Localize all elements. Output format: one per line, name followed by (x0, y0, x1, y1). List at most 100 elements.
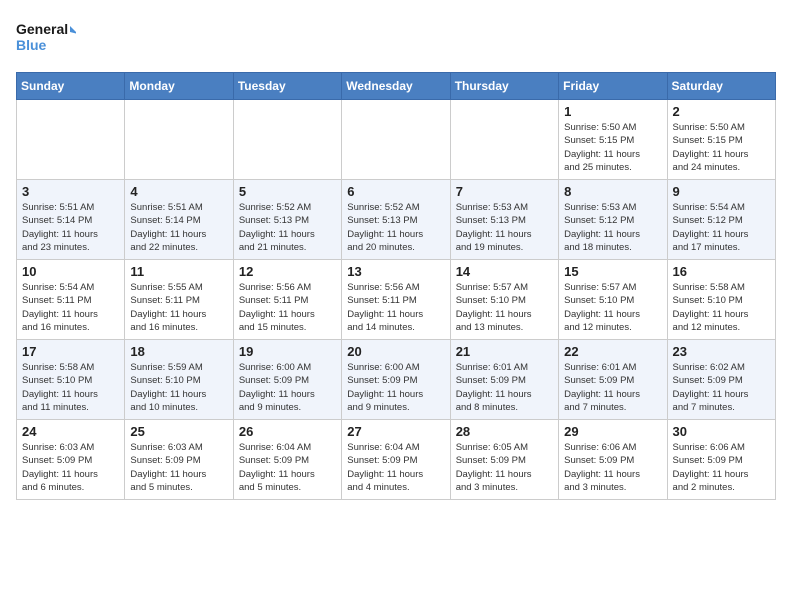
day-info: Sunrise: 6:04 AM Sunset: 5:09 PM Dayligh… (347, 441, 444, 494)
calendar-cell (17, 100, 125, 180)
day-info: Sunrise: 5:56 AM Sunset: 5:11 PM Dayligh… (347, 281, 444, 334)
day-number: 28 (456, 424, 553, 439)
day-number: 7 (456, 184, 553, 199)
calendar-cell: 13 Sunrise: 5:56 AM Sunset: 5:11 PM Dayli… (342, 260, 450, 340)
day-number: 14 (456, 264, 553, 279)
day-number: 21 (456, 344, 553, 359)
calendar-cell: 23 Sunrise: 6:02 AM Sunset: 5:09 PM Dayli… (667, 340, 775, 420)
day-info: Sunrise: 5:51 AM Sunset: 5:14 PM Dayligh… (22, 201, 119, 254)
calendar-cell: 4Sunrise: 5:51 AM Sunset: 5:14 PM Daylig… (125, 180, 233, 260)
calendar-cell: 12 Sunrise: 5:56 AM Sunset: 5:11 PM Dayli… (233, 260, 341, 340)
calendar-cell: 18 Sunrise: 5:59 AM Sunset: 5:10 PM Dayli… (125, 340, 233, 420)
day-info: Sunrise: 5:55 AM Sunset: 5:11 PM Dayligh… (130, 281, 227, 334)
day-number: 11 (130, 264, 227, 279)
day-number: 16 (673, 264, 770, 279)
calendar-cell: 8Sunrise: 5:53 AM Sunset: 5:12 PM Daylig… (559, 180, 667, 260)
day-number: 22 (564, 344, 661, 359)
calendar-week-row: 10 Sunrise: 5:54 AM Sunset: 5:11 PM Dayli… (17, 260, 776, 340)
calendar-cell (233, 100, 341, 180)
calendar-cell: 7 Sunrise: 5:53 AM Sunset: 5:13 PM Daylig… (450, 180, 558, 260)
day-info: Sunrise: 6:00 AM Sunset: 5:09 PM Dayligh… (347, 361, 444, 414)
calendar-cell: 25 Sunrise: 6:03 AM Sunset: 5:09 PM Dayli… (125, 420, 233, 500)
weekday-header: Friday (559, 73, 667, 100)
day-number: 26 (239, 424, 336, 439)
day-info: Sunrise: 6:04 AM Sunset: 5:09 PM Dayligh… (239, 441, 336, 494)
day-info: Sunrise: 5:50 AM Sunset: 5:15 PM Dayligh… (564, 121, 661, 174)
day-info: Sunrise: 6:05 AM Sunset: 5:09 PM Dayligh… (456, 441, 553, 494)
day-number: 23 (673, 344, 770, 359)
day-number: 2 (673, 104, 770, 119)
day-info: Sunrise: 5:53 AM Sunset: 5:12 PM Dayligh… (564, 201, 661, 254)
day-number: 24 (22, 424, 119, 439)
calendar-week-row: 24 Sunrise: 6:03 AM Sunset: 5:09 PM Dayli… (17, 420, 776, 500)
calendar-cell: 30Sunrise: 6:06 AM Sunset: 5:09 PM Dayli… (667, 420, 775, 500)
day-number: 18 (130, 344, 227, 359)
weekday-header: Tuesday (233, 73, 341, 100)
svg-text:General: General (16, 21, 68, 37)
calendar-cell: 9 Sunrise: 5:54 AM Sunset: 5:12 PM Daylig… (667, 180, 775, 260)
svg-text:Blue: Blue (16, 37, 47, 53)
calendar-cell: 10 Sunrise: 5:54 AM Sunset: 5:11 PM Dayli… (17, 260, 125, 340)
day-info: Sunrise: 5:57 AM Sunset: 5:10 PM Dayligh… (564, 281, 661, 334)
calendar-cell: 19Sunrise: 6:00 AM Sunset: 5:09 PM Dayli… (233, 340, 341, 420)
day-info: Sunrise: 5:54 AM Sunset: 5:11 PM Dayligh… (22, 281, 119, 334)
day-number: 5 (239, 184, 336, 199)
calendar-cell: 3 Sunrise: 5:51 AM Sunset: 5:14 PM Daylig… (17, 180, 125, 260)
calendar-cell: 16 Sunrise: 5:58 AM Sunset: 5:10 PM Dayli… (667, 260, 775, 340)
day-number: 9 (673, 184, 770, 199)
calendar-cell: 24Sunrise: 6:03 AM Sunset: 5:09 PM Dayli… (17, 420, 125, 500)
day-number: 17 (22, 344, 119, 359)
day-info: Sunrise: 6:06 AM Sunset: 5:09 PM Dayligh… (673, 441, 770, 494)
calendar-week-row: 3 Sunrise: 5:51 AM Sunset: 5:14 PM Daylig… (17, 180, 776, 260)
day-info: Sunrise: 6:06 AM Sunset: 5:09 PM Dayligh… (564, 441, 661, 494)
day-info: Sunrise: 5:57 AM Sunset: 5:10 PM Dayligh… (456, 281, 553, 334)
calendar-cell: 26 Sunrise: 6:04 AM Sunset: 5:09 PM Dayli… (233, 420, 341, 500)
calendar-cell: 6 Sunrise: 5:52 AM Sunset: 5:13 PM Daylig… (342, 180, 450, 260)
day-info: Sunrise: 6:03 AM Sunset: 5:09 PM Dayligh… (130, 441, 227, 494)
calendar-cell: 22Sunrise: 6:01 AM Sunset: 5:09 PM Dayli… (559, 340, 667, 420)
weekday-header: Wednesday (342, 73, 450, 100)
page-header: General Blue (16, 16, 776, 60)
weekday-header-row: SundayMondayTuesdayWednesdayThursdayFrid… (17, 73, 776, 100)
day-number: 10 (22, 264, 119, 279)
calendar-cell: 11 Sunrise: 5:55 AM Sunset: 5:11 PM Dayli… (125, 260, 233, 340)
day-info: Sunrise: 5:58 AM Sunset: 5:10 PM Dayligh… (22, 361, 119, 414)
weekday-header: Saturday (667, 73, 775, 100)
calendar-cell: 28 Sunrise: 6:05 AM Sunset: 5:09 PM Dayli… (450, 420, 558, 500)
calendar-cell: 27 Sunrise: 6:04 AM Sunset: 5:09 PM Dayli… (342, 420, 450, 500)
calendar-cell: 20 Sunrise: 6:00 AM Sunset: 5:09 PM Dayli… (342, 340, 450, 420)
calendar-week-row: 1 Sunrise: 5:50 AM Sunset: 5:15 PM Daylig… (17, 100, 776, 180)
logo: General Blue (16, 16, 76, 60)
day-info: Sunrise: 5:52 AM Sunset: 5:13 PM Dayligh… (347, 201, 444, 254)
calendar-cell: 15 Sunrise: 5:57 AM Sunset: 5:10 PM Dayli… (559, 260, 667, 340)
calendar-cell (125, 100, 233, 180)
day-number: 25 (130, 424, 227, 439)
calendar-cell: 2Sunrise: 5:50 AM Sunset: 5:15 PM Daylig… (667, 100, 775, 180)
day-info: Sunrise: 5:54 AM Sunset: 5:12 PM Dayligh… (673, 201, 770, 254)
day-info: Sunrise: 6:01 AM Sunset: 5:09 PM Dayligh… (456, 361, 553, 414)
day-info: Sunrise: 6:00 AM Sunset: 5:09 PM Dayligh… (239, 361, 336, 414)
day-number: 3 (22, 184, 119, 199)
day-number: 27 (347, 424, 444, 439)
day-number: 13 (347, 264, 444, 279)
calendar-cell: 5 Sunrise: 5:52 AM Sunset: 5:13 PM Daylig… (233, 180, 341, 260)
day-number: 12 (239, 264, 336, 279)
day-number: 6 (347, 184, 444, 199)
day-info: Sunrise: 6:02 AM Sunset: 5:09 PM Dayligh… (673, 361, 770, 414)
day-info: Sunrise: 5:52 AM Sunset: 5:13 PM Dayligh… (239, 201, 336, 254)
calendar-cell (450, 100, 558, 180)
day-number: 4 (130, 184, 227, 199)
day-info: Sunrise: 5:53 AM Sunset: 5:13 PM Dayligh… (456, 201, 553, 254)
calendar-cell (342, 100, 450, 180)
day-number: 15 (564, 264, 661, 279)
calendar-cell: 17 Sunrise: 5:58 AM Sunset: 5:10 PM Dayli… (17, 340, 125, 420)
calendar-week-row: 17 Sunrise: 5:58 AM Sunset: 5:10 PM Dayli… (17, 340, 776, 420)
day-number: 1 (564, 104, 661, 119)
day-info: Sunrise: 5:58 AM Sunset: 5:10 PM Dayligh… (673, 281, 770, 334)
day-number: 20 (347, 344, 444, 359)
day-info: Sunrise: 5:56 AM Sunset: 5:11 PM Dayligh… (239, 281, 336, 334)
logo-svg: General Blue (16, 16, 76, 60)
weekday-header: Thursday (450, 73, 558, 100)
calendar-cell: 14 Sunrise: 5:57 AM Sunset: 5:10 PM Dayli… (450, 260, 558, 340)
day-info: Sunrise: 5:59 AM Sunset: 5:10 PM Dayligh… (130, 361, 227, 414)
